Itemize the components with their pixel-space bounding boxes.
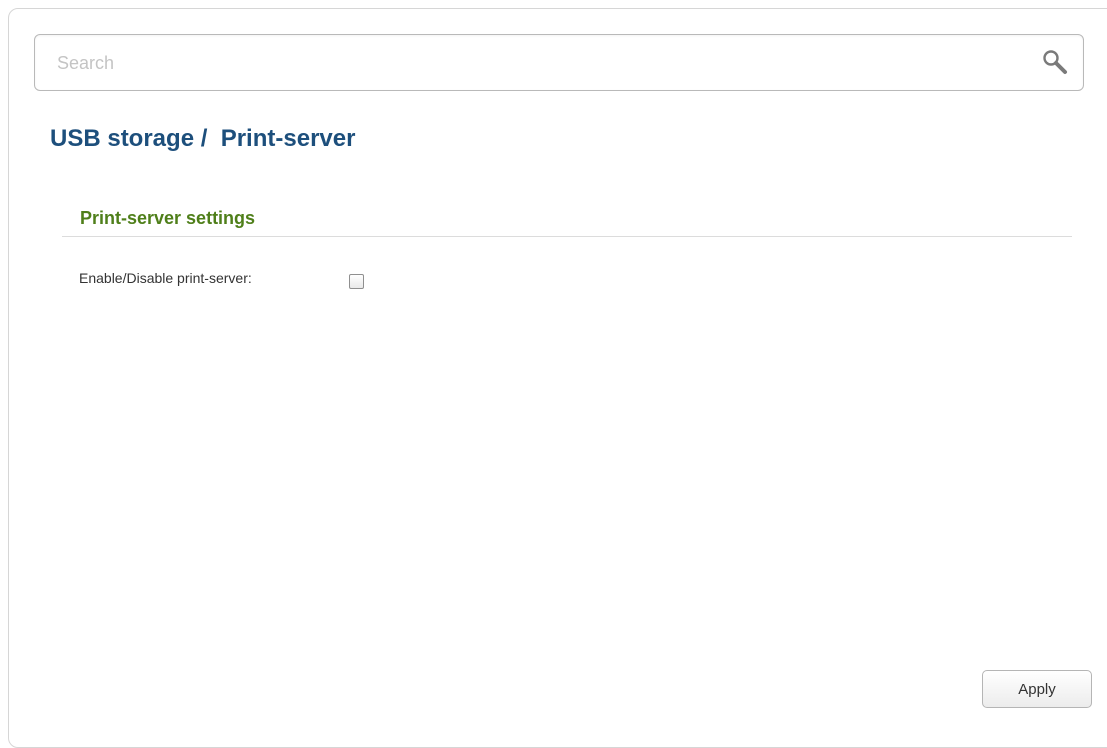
search-icon[interactable] [1041, 48, 1071, 78]
print-server-toggle-label: Enable/Disable print-server: [79, 270, 252, 286]
content-panel [8, 8, 1107, 748]
page-title: USB storage / Print-server [50, 125, 356, 152]
section-divider [62, 236, 1072, 237]
section-title: Print-server settings [80, 208, 256, 228]
search-input[interactable] [57, 50, 1017, 76]
search-box[interactable] [34, 34, 1084, 91]
print-server-checkbox[interactable] [349, 274, 364, 289]
apply-button[interactable]: Apply [982, 670, 1092, 708]
